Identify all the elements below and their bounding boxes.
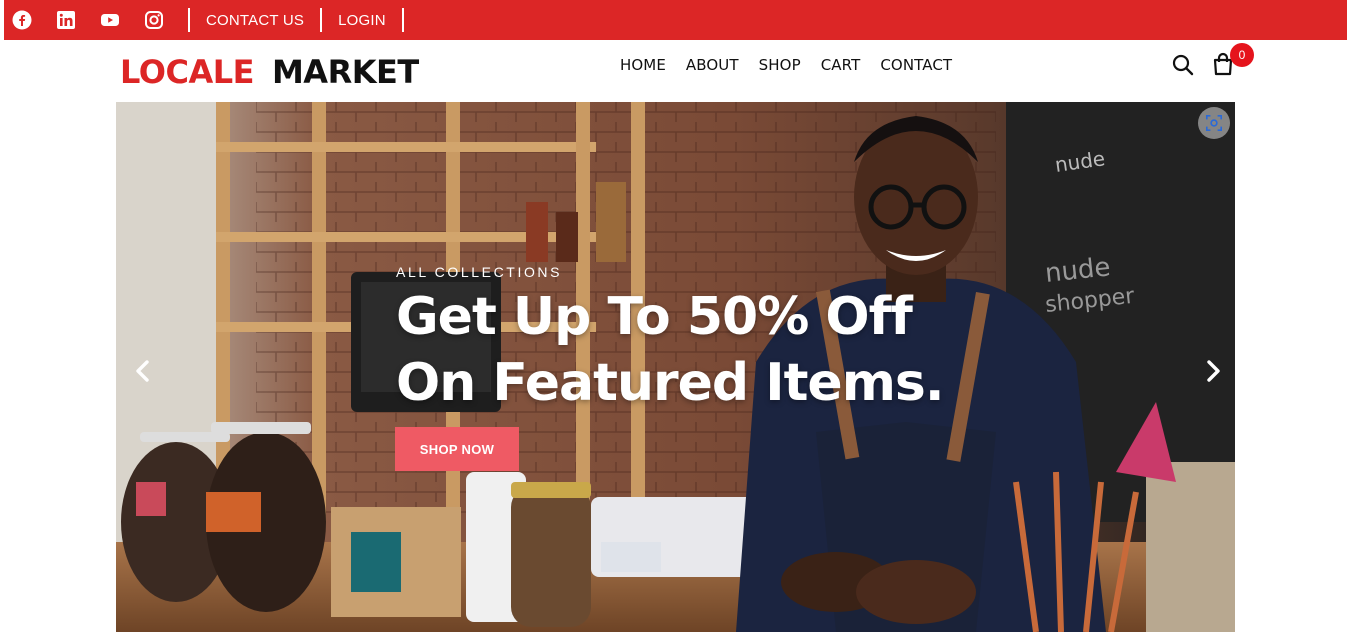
login-link[interactable]: LOGIN (322, 12, 402, 29)
facebook-icon[interactable] (12, 10, 32, 30)
logo-word-market: MARKET (271, 53, 419, 91)
site-header: LOCALE MARKET HOME ABOUT SHOP CART CONTAC… (4, 40, 1347, 102)
nav-home[interactable]: HOME (620, 56, 666, 74)
linkedin-icon[interactable] (56, 10, 76, 30)
hero-headline-line2: On Featured Items. (396, 353, 945, 413)
hero-slider: nude nude shopper ALL COLLECTIONS Get Up… (116, 102, 1235, 632)
nav-shop[interactable]: SHOP (759, 56, 801, 74)
chevron-left-icon[interactable] (130, 358, 156, 384)
youtube-icon[interactable] (100, 10, 120, 30)
search-icon[interactable] (1172, 54, 1194, 76)
chevron-right-icon[interactable] (1200, 358, 1226, 384)
nav-contact[interactable]: CONTACT (880, 56, 952, 74)
logo-word-locale: LOCALE (120, 53, 254, 91)
top-bar: CONTACT US LOGIN (4, 0, 1347, 40)
nav-about[interactable]: ABOUT (686, 56, 739, 74)
page: CONTACT US LOGIN LOCALE MARKET HOME ABOUT… (4, 0, 1347, 641)
visual-search-icon[interactable] (1198, 107, 1230, 139)
social-links (4, 10, 188, 30)
divider (401, 8, 404, 32)
site-logo[interactable]: LOCALE MARKET (120, 54, 419, 90)
shop-now-button[interactable]: SHOP NOW (395, 427, 519, 471)
instagram-icon[interactable] (144, 10, 164, 30)
hero-eyebrow: ALL COLLECTIONS (396, 264, 563, 280)
hero-headline-line1: Get Up To 50% Off (396, 287, 913, 347)
cart-count-badge: 0 (1230, 43, 1254, 67)
hero-headline: Get Up To 50% Off On Featured Items. (396, 284, 945, 416)
nav-cart[interactable]: CART (821, 56, 861, 74)
contact-us-link[interactable]: CONTACT US (190, 12, 320, 29)
main-nav: HOME ABOUT SHOP CART CONTACT (620, 56, 972, 74)
